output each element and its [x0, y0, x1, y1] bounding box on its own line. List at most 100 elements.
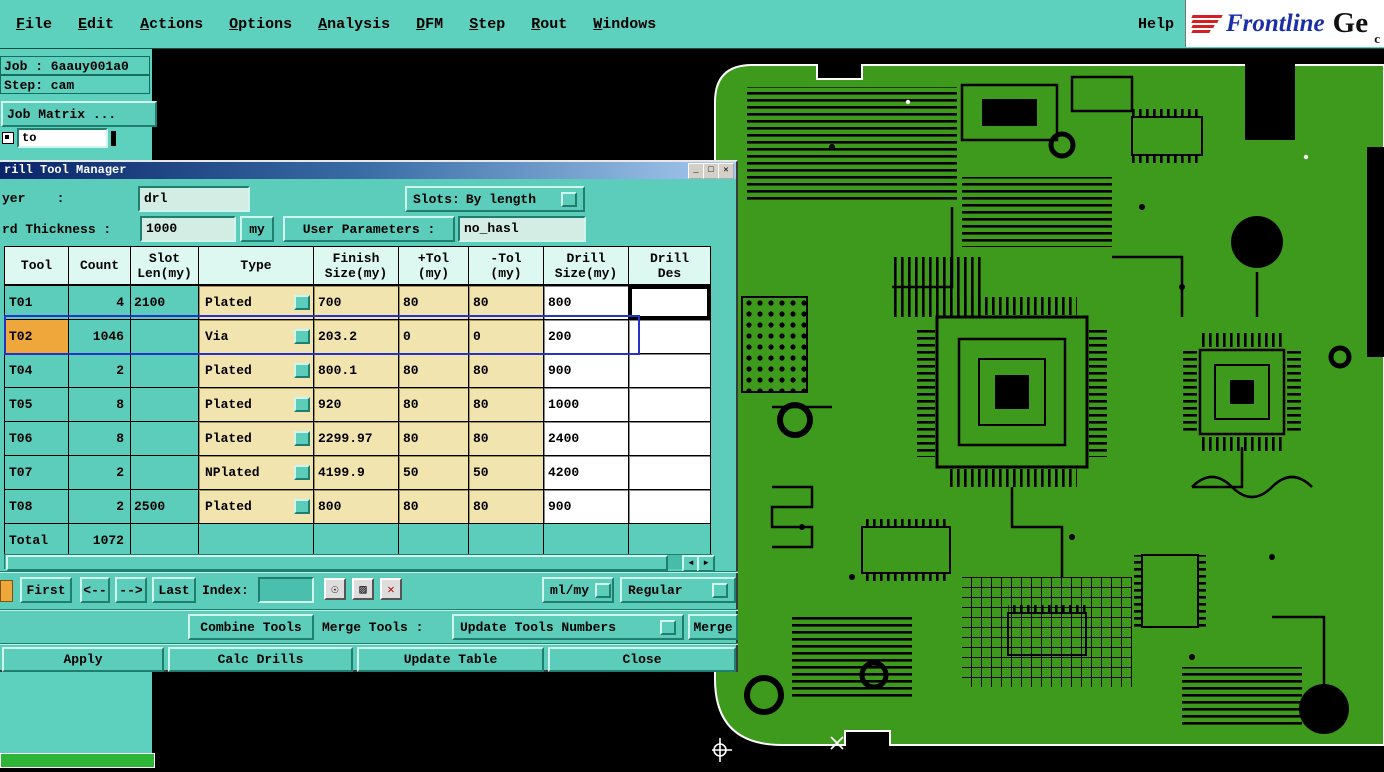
type-dropdown[interactable]: Plated	[205, 363, 313, 378]
menu-dfm[interactable]: DFM	[416, 16, 443, 33]
plus-tol-cell[interactable]: 80	[398, 489, 469, 524]
type-dropdown[interactable]: Plated	[205, 397, 313, 412]
tool-cell[interactable]: T04	[4, 353, 69, 388]
drill-des-cell[interactable]	[628, 353, 711, 388]
combine-tools-button[interactable]: Combine Tools	[188, 614, 314, 640]
slot-len-cell[interactable]	[130, 319, 199, 354]
layer-list-item[interactable]	[0, 753, 155, 768]
finish-size-cell[interactable]: 800.1	[313, 353, 399, 388]
tool-cell[interactable]: T05	[4, 387, 69, 422]
close-button[interactable]: Close	[548, 647, 736, 672]
thickness-units[interactable]: my	[240, 216, 274, 242]
apply-button[interactable]: Apply	[2, 647, 164, 672]
layer-input[interactable]: drl	[138, 186, 250, 212]
menu-edit[interactable]: Edit	[78, 16, 114, 33]
minus-tol-cell[interactable]: 80	[468, 353, 544, 388]
user-parameters-button[interactable]: User Parameters :	[283, 216, 455, 242]
type-cell[interactable]: Plated	[198, 284, 314, 320]
slot-len-cell[interactable]	[130, 421, 199, 456]
slot-len-cell[interactable]	[130, 387, 199, 422]
slot-len-cell[interactable]	[130, 353, 199, 388]
checkbox-icon[interactable]	[2, 132, 14, 144]
horizontal-scrollbar[interactable]: ◄ ►	[4, 554, 715, 572]
pcb-viewport[interactable]	[708, 57, 1384, 767]
slot-len-cell[interactable]	[130, 455, 199, 490]
finish-size-cell[interactable]: 203.2	[313, 319, 399, 354]
finish-size-cell[interactable]: 4199.9	[313, 455, 399, 490]
prev-button[interactable]: <--	[80, 577, 110, 603]
drill-des-cell[interactable]	[628, 319, 711, 354]
menu-rout[interactable]: Rout	[531, 16, 567, 33]
bulb-icon[interactable]: ☉	[324, 578, 346, 600]
minus-tol-cell[interactable]: 80	[468, 421, 544, 456]
last-button[interactable]: Last	[152, 577, 196, 603]
merge-button[interactable]: Merge	[688, 614, 738, 640]
drill-size-cell[interactable]: 2400	[543, 421, 629, 456]
plus-tol-cell[interactable]: 0	[398, 319, 469, 354]
update-tools-dropdown[interactable]: Update Tools Numbers	[452, 614, 684, 640]
user-parameters-input[interactable]: no_hasl	[458, 216, 586, 242]
to-field[interactable]: to	[17, 128, 108, 148]
plus-tol-cell[interactable]: 80	[398, 353, 469, 388]
minus-tol-cell[interactable]: 80	[468, 284, 544, 320]
menu-actions[interactable]: Actions	[140, 16, 203, 33]
slots-dropdown[interactable]: Slots: By length	[405, 186, 585, 212]
type-cell[interactable]: Via	[198, 319, 314, 354]
type-cell[interactable]: Plated	[198, 387, 314, 422]
menu-analysis[interactable]: Analysis	[318, 16, 390, 33]
maximize-icon[interactable]: □	[703, 163, 719, 179]
type-dropdown[interactable]: Plated	[205, 295, 313, 310]
units-dropdown[interactable]: ml/my	[542, 577, 614, 603]
next-button[interactable]: -->	[115, 577, 147, 603]
dialog-titlebar[interactable]: rill Tool Manager _ □ ✕	[0, 162, 736, 179]
type-cell[interactable]: Plated	[198, 489, 314, 524]
minimize-icon[interactable]: _	[688, 163, 704, 179]
tool-cell[interactable]: T02	[4, 319, 69, 354]
drill-des-cell[interactable]	[628, 284, 711, 320]
drill-size-cell[interactable]: 900	[543, 353, 629, 388]
tool-cell[interactable]: T06	[4, 421, 69, 456]
minus-tol-cell[interactable]: 80	[468, 489, 544, 524]
type-dropdown[interactable]: Plated	[205, 431, 313, 446]
plus-tol-cell[interactable]: 80	[398, 421, 469, 456]
plus-tol-cell[interactable]: 50	[398, 455, 469, 490]
first-button[interactable]: First	[20, 577, 72, 603]
menu-step[interactable]: Step	[469, 16, 505, 33]
drill-size-cell[interactable]: 200	[543, 319, 629, 354]
finish-size-cell[interactable]: 800	[313, 489, 399, 524]
mini-slider[interactable]	[111, 130, 116, 146]
finish-size-cell[interactable]: 2299.97	[313, 421, 399, 456]
tool-cell[interactable]: T07	[4, 455, 69, 490]
drill-size-cell[interactable]: 900	[543, 489, 629, 524]
finish-size-cell[interactable]: 700	[313, 284, 399, 320]
index-input[interactable]	[258, 577, 314, 603]
mode-dropdown[interactable]: Regular	[620, 577, 736, 603]
scrollbar-thumb[interactable]	[6, 555, 668, 571]
minus-tol-cell[interactable]: 80	[468, 387, 544, 422]
menu-windows[interactable]: Windows	[593, 16, 656, 33]
drill-des-cell[interactable]	[628, 387, 711, 422]
menu-options[interactable]: Options	[229, 16, 292, 33]
drill-size-cell[interactable]: 1000	[543, 387, 629, 422]
plus-tol-cell[interactable]: 80	[398, 387, 469, 422]
board-thickness-input[interactable]: 1000	[140, 216, 236, 242]
type-cell[interactable]: Plated	[198, 421, 314, 456]
tool-cell[interactable]: T01	[4, 284, 69, 320]
slot-len-cell[interactable]: 2500	[130, 489, 199, 524]
calc-drills-button[interactable]: Calc Drills	[168, 647, 353, 672]
job-matrix-button[interactable]: Job Matrix ...	[1, 101, 157, 127]
type-cell[interactable]: NPlated	[198, 455, 314, 490]
minus-tol-cell[interactable]: 50	[468, 455, 544, 490]
plus-tol-cell[interactable]: 80	[398, 284, 469, 320]
drill-size-cell[interactable]: 4200	[543, 455, 629, 490]
drill-size-cell[interactable]: 800	[543, 284, 629, 320]
drill-des-cell[interactable]	[628, 455, 711, 490]
finish-size-cell[interactable]: 920	[313, 387, 399, 422]
tool-cell[interactable]: T08	[4, 489, 69, 524]
scroll-right-icon[interactable]: ►	[697, 555, 715, 572]
update-table-button[interactable]: Update Table	[357, 647, 544, 672]
drill-des-cell[interactable]	[628, 421, 711, 456]
type-dropdown[interactable]: Via	[205, 329, 313, 344]
delete-icon[interactable]: ✕	[380, 578, 402, 600]
close-icon[interactable]: ✕	[718, 163, 734, 179]
